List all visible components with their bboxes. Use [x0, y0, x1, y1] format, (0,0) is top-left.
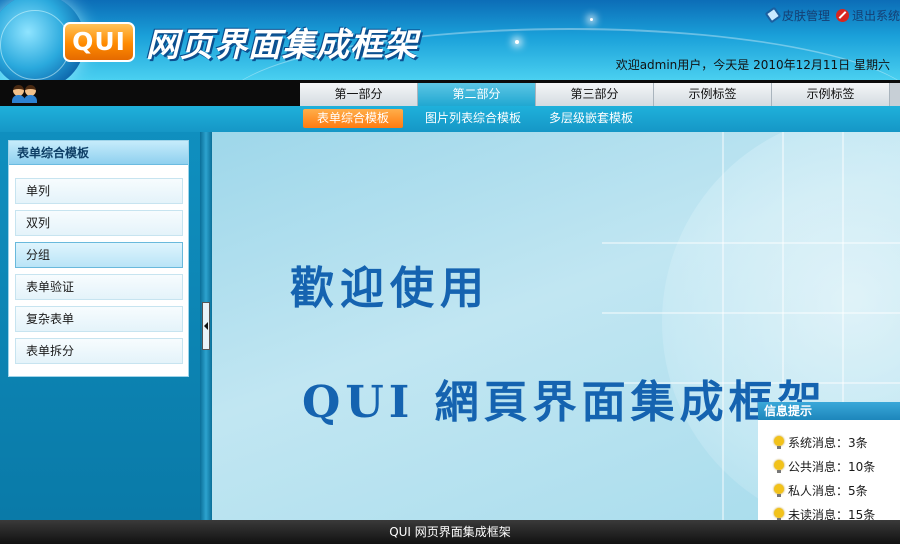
left-panel: 表单综合模板 单列 双列 分组 表单验证 复杂表单 表单拆分	[0, 132, 200, 520]
info-public-messages[interactable]: 公共消息：10条	[774, 458, 875, 476]
main-nav: 第一部分 第二部分 第三部分 示例标签 示例标签	[0, 80, 900, 106]
collapse-handle[interactable]	[202, 302, 210, 350]
sidebar-title: 表单综合模板	[9, 141, 188, 165]
bulb-icon	[774, 436, 784, 450]
users-icon	[12, 85, 38, 103]
sidebar-item-double-column[interactable]: 双列	[15, 210, 183, 236]
bulb-icon	[774, 460, 784, 474]
logo-title: 网页界面集成框架	[146, 25, 418, 64]
sidebar-menu: 表单综合模板 单列 双列 分组 表单验证 复杂表单 表单拆分	[8, 140, 189, 377]
tab-example-2[interactable]: 示例标签	[772, 83, 890, 106]
grid-line	[602, 242, 900, 244]
logout-label: 退出系统	[851, 8, 900, 23]
subnav-nested-template[interactable]: 多层级嵌套模板	[535, 109, 647, 128]
skin-manage-label: 皮肤管理	[781, 8, 830, 23]
grid-line	[722, 132, 724, 520]
sidebar-item-form-split[interactable]: 表单拆分	[15, 338, 183, 364]
info-panel-title: 信息提示	[758, 402, 900, 420]
header-banner: QUI 网页界面集成框架 皮肤管理 退出系统 欢迎admin用户，今天是 201…	[0, 0, 900, 80]
info-panel: 信息提示 系统消息：3条 公共消息：10条 私人消息：5条 未读消息：15条	[758, 402, 900, 522]
subnav-form-template[interactable]: 表单综合模板	[303, 109, 404, 128]
top-links: 皮肤管理 退出系统	[764, 6, 900, 24]
exit-icon	[835, 8, 849, 22]
info-private-messages[interactable]: 私人消息：5条	[774, 482, 868, 500]
skin-manage-link[interactable]: 皮肤管理	[764, 6, 830, 24]
sparkle-graphic	[590, 18, 593, 21]
welcome-heading: 歡迎使用	[290, 263, 490, 314]
sub-nav: 表单综合模板 图片列表综合模板 多层级嵌套模板	[0, 106, 900, 132]
subnav-image-list-template[interactable]: 图片列表综合模板	[411, 109, 535, 128]
logo-badge: QUI	[63, 22, 135, 62]
tab-part-1[interactable]: 第一部分	[300, 83, 418, 106]
bulb-icon	[774, 484, 784, 498]
sparkle-graphic	[515, 40, 519, 44]
sidebar-item-form-validation[interactable]: 表单验证	[15, 274, 183, 300]
framework-heading: QUI 網頁界面集成框架	[302, 377, 827, 428]
footer: QUI 网页界面集成框架	[0, 520, 900, 544]
sidebar-item-complex-form[interactable]: 复杂表单	[15, 306, 183, 332]
info-item-label: 系统消息：3条	[788, 436, 868, 450]
welcome-message: 欢迎admin用户，今天是 2010年12月11日 星期六	[615, 58, 890, 72]
tab-part-3[interactable]: 第三部分	[536, 83, 654, 106]
logout-link[interactable]: 退出系统	[835, 6, 900, 24]
sidebar-item-single-column[interactable]: 单列	[15, 178, 183, 204]
tab-bar: 第一部分 第二部分 第三部分 示例标签 示例标签	[300, 83, 900, 106]
globe-line	[0, 10, 70, 80]
tab-part-2[interactable]: 第二部分	[418, 83, 536, 106]
panel-splitter[interactable]	[200, 132, 212, 520]
skin-icon	[764, 6, 782, 24]
info-item-label: 公共消息：10条	[788, 460, 876, 474]
grid-line	[602, 312, 900, 314]
info-item-label: 私人消息：5条	[788, 484, 868, 498]
sidebar-item-group[interactable]: 分组	[15, 242, 183, 268]
tab-example-1[interactable]: 示例标签	[654, 83, 772, 106]
info-system-messages[interactable]: 系统消息：3条	[774, 434, 868, 452]
